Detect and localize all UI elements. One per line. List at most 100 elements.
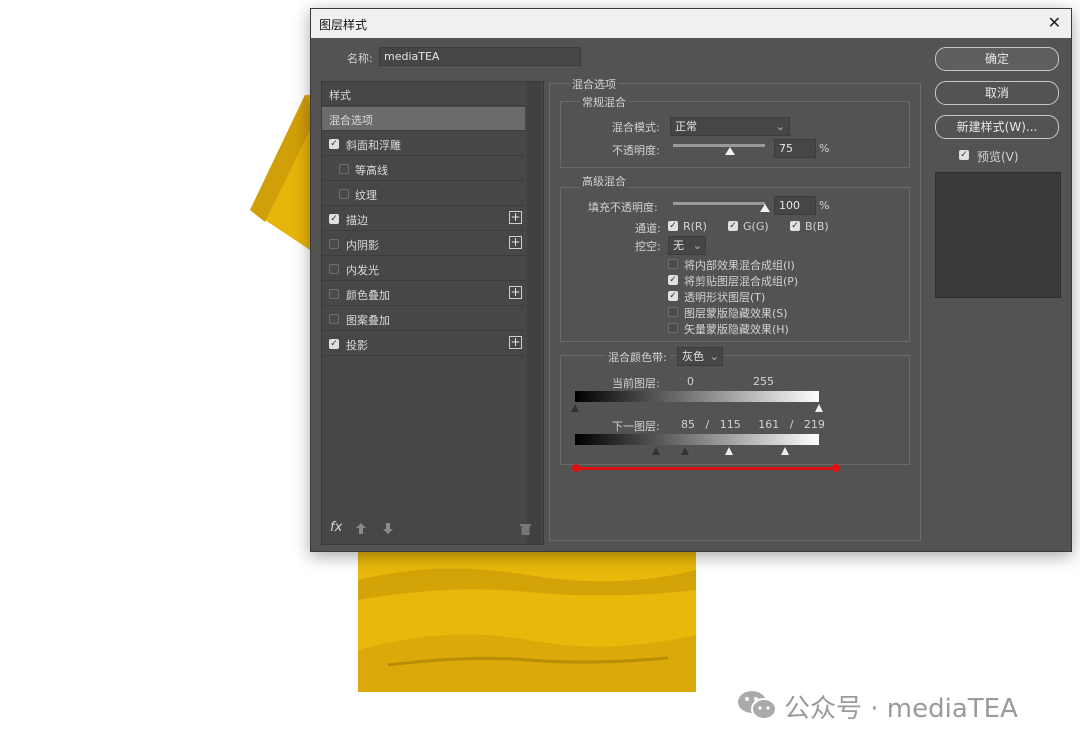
channel-b-checkbox[interactable] xyxy=(790,221,800,231)
style-item-label: 混合选项 xyxy=(329,114,373,127)
advanced-option-label-1: 将剪贴图层混合成组(P) xyxy=(684,275,799,288)
underlying-sep-2: / xyxy=(789,418,794,431)
advanced-option-checkbox-2[interactable] xyxy=(668,291,678,301)
blend-mode-label: 混合模式: xyxy=(612,121,660,134)
style-item-1[interactable]: 斜面和浮雕 xyxy=(322,132,525,156)
opacity-percent: % xyxy=(819,142,830,155)
name-input[interactable]: mediaTEA xyxy=(379,47,581,66)
fill-opacity-slider-track[interactable] xyxy=(673,202,765,205)
style-item-checkbox[interactable] xyxy=(329,239,339,249)
knockout-select[interactable]: 无 ⌄ xyxy=(668,236,706,255)
new-style-button[interactable]: 新建样式(W)... xyxy=(935,115,1059,139)
blend-mode-select[interactable]: 正常 ⌄ xyxy=(670,117,790,136)
advanced-option-checkbox-4[interactable] xyxy=(668,323,678,333)
style-item-label: 纹理 xyxy=(355,189,377,202)
underlying-layer-marker-2[interactable] xyxy=(725,447,734,455)
style-item-9[interactable]: 投影 + xyxy=(322,332,525,356)
style-item-checkbox[interactable] xyxy=(339,164,349,174)
fill-opacity-slider-thumb[interactable] xyxy=(760,204,770,212)
preview-checkbox[interactable] xyxy=(959,150,969,160)
channel-r-label: R(R) xyxy=(683,220,707,233)
blending-options-title: 混合选项 xyxy=(570,76,618,92)
this-layer-label: 当前图层: xyxy=(612,377,660,390)
advanced-option-checkbox-0[interactable] xyxy=(668,259,678,269)
style-item-label: 斜面和浮雕 xyxy=(346,139,401,152)
add-effect-plus-icon[interactable]: + xyxy=(509,286,522,299)
this-layer-marker-1[interactable] xyxy=(815,404,823,412)
style-item-7[interactable]: 颜色叠加 + xyxy=(322,282,525,306)
blend-if-select[interactable]: 灰色 ⌄ xyxy=(677,347,723,366)
dialog-title: 图层样式 xyxy=(319,18,368,32)
opacity-slider-track[interactable] xyxy=(673,144,765,147)
style-item-3[interactable]: 纹理 xyxy=(322,182,525,206)
channel-b-label: B(B) xyxy=(805,220,829,233)
fill-opacity-input[interactable]: 100 xyxy=(774,196,816,215)
add-effect-plus-icon[interactable]: + xyxy=(509,236,522,249)
ok-button[interactable]: 确定 xyxy=(935,47,1059,71)
opacity-input[interactable]: 75 xyxy=(774,139,816,158)
channel-g-checkbox[interactable] xyxy=(728,221,738,231)
fx-button[interactable]: fx xyxy=(330,520,342,535)
blend-if-label: 混合颜色带: xyxy=(605,349,670,365)
advanced-option-label-3: 图层蒙版隐藏效果(S) xyxy=(684,307,788,320)
move-up-icon[interactable] xyxy=(356,523,366,534)
underlying-layer-marker-0[interactable] xyxy=(652,447,661,455)
annotation-dot-left xyxy=(572,464,580,472)
preview-thumbnail xyxy=(935,172,1061,298)
this-layer-high-value: 255 xyxy=(753,375,774,388)
add-effect-plus-icon[interactable]: + xyxy=(509,336,522,349)
underlying-layer-marker-3[interactable] xyxy=(780,447,789,455)
underlying-layer-marker-1[interactable] xyxy=(681,447,690,455)
style-item-8[interactable]: 图案叠加 xyxy=(322,307,525,331)
advanced-option-checkbox-3[interactable] xyxy=(668,307,678,317)
cancel-button[interactable]: 取消 xyxy=(935,81,1059,105)
advanced-blending-title: 高级混合 xyxy=(580,173,628,189)
style-item-checkbox[interactable] xyxy=(329,139,339,149)
style-item-6[interactable]: 内发光 xyxy=(322,257,525,281)
style-item-label: 内发光 xyxy=(346,264,379,277)
style-item-label: 内阴影 xyxy=(346,239,379,252)
channels-label: 通道: xyxy=(635,222,661,235)
blend-mode-value: 正常 xyxy=(675,120,697,133)
opacity-label: 不透明度: xyxy=(612,144,660,157)
style-item-checkbox[interactable] xyxy=(339,189,349,199)
blend-if-group xyxy=(560,355,910,465)
channel-r-checkbox[interactable] xyxy=(668,221,678,231)
style-item-checkbox[interactable] xyxy=(329,264,339,274)
annotation-dot-right xyxy=(832,464,840,472)
this-layer-marker-0[interactable] xyxy=(571,404,579,412)
chevron-down-icon: ⌄ xyxy=(709,350,719,363)
style-item-label: 描边 xyxy=(346,214,368,227)
advanced-option-checkbox-1[interactable] xyxy=(668,275,678,285)
layer-style-dialog: 图层样式 ✕ 名称: mediaTEA 样式 混合选项斜面和浮雕等高线纹理描边 +… xyxy=(310,8,1072,552)
style-item-checkbox[interactable] xyxy=(329,214,339,224)
wechat-icon xyxy=(738,691,777,720)
style-item-checkbox[interactable] xyxy=(329,339,339,349)
styles-header[interactable]: 样式 xyxy=(322,82,525,106)
move-down-icon[interactable] xyxy=(383,523,393,534)
style-item-5[interactable]: 内阴影 + xyxy=(322,232,525,256)
channel-g-label: G(G) xyxy=(743,220,769,233)
annotation-red-line xyxy=(575,467,837,470)
opacity-slider-thumb[interactable] xyxy=(724,147,735,155)
add-effect-plus-icon[interactable]: + xyxy=(509,211,522,224)
style-item-4[interactable]: 描边 + xyxy=(322,207,525,231)
fill-opacity-percent: % xyxy=(819,199,830,212)
underlying-shadow-low: 85 xyxy=(681,418,695,431)
style-item-checkbox[interactable] xyxy=(329,289,339,299)
general-blending-title: 常规混合 xyxy=(580,94,628,110)
style-item-label: 颜色叠加 xyxy=(346,289,390,302)
close-button[interactable]: ✕ xyxy=(1048,13,1061,32)
style-item-label: 投影 xyxy=(346,339,368,352)
style-item-label: 图案叠加 xyxy=(346,314,390,327)
knockout-value: 无 xyxy=(673,239,684,252)
underlying-sep-1: / xyxy=(705,418,710,431)
underlying-highlight-high: 219 xyxy=(803,418,825,431)
blend-if-value: 灰色 xyxy=(682,350,704,363)
styles-scrollbar[interactable] xyxy=(527,82,541,544)
style-item-checkbox[interactable] xyxy=(329,314,339,324)
style-item-0[interactable]: 混合选项 xyxy=(322,107,525,131)
style-item-2[interactable]: 等高线 xyxy=(322,157,525,181)
underlying-layer-gradient xyxy=(575,434,819,445)
trash-icon[interactable] xyxy=(520,523,531,535)
